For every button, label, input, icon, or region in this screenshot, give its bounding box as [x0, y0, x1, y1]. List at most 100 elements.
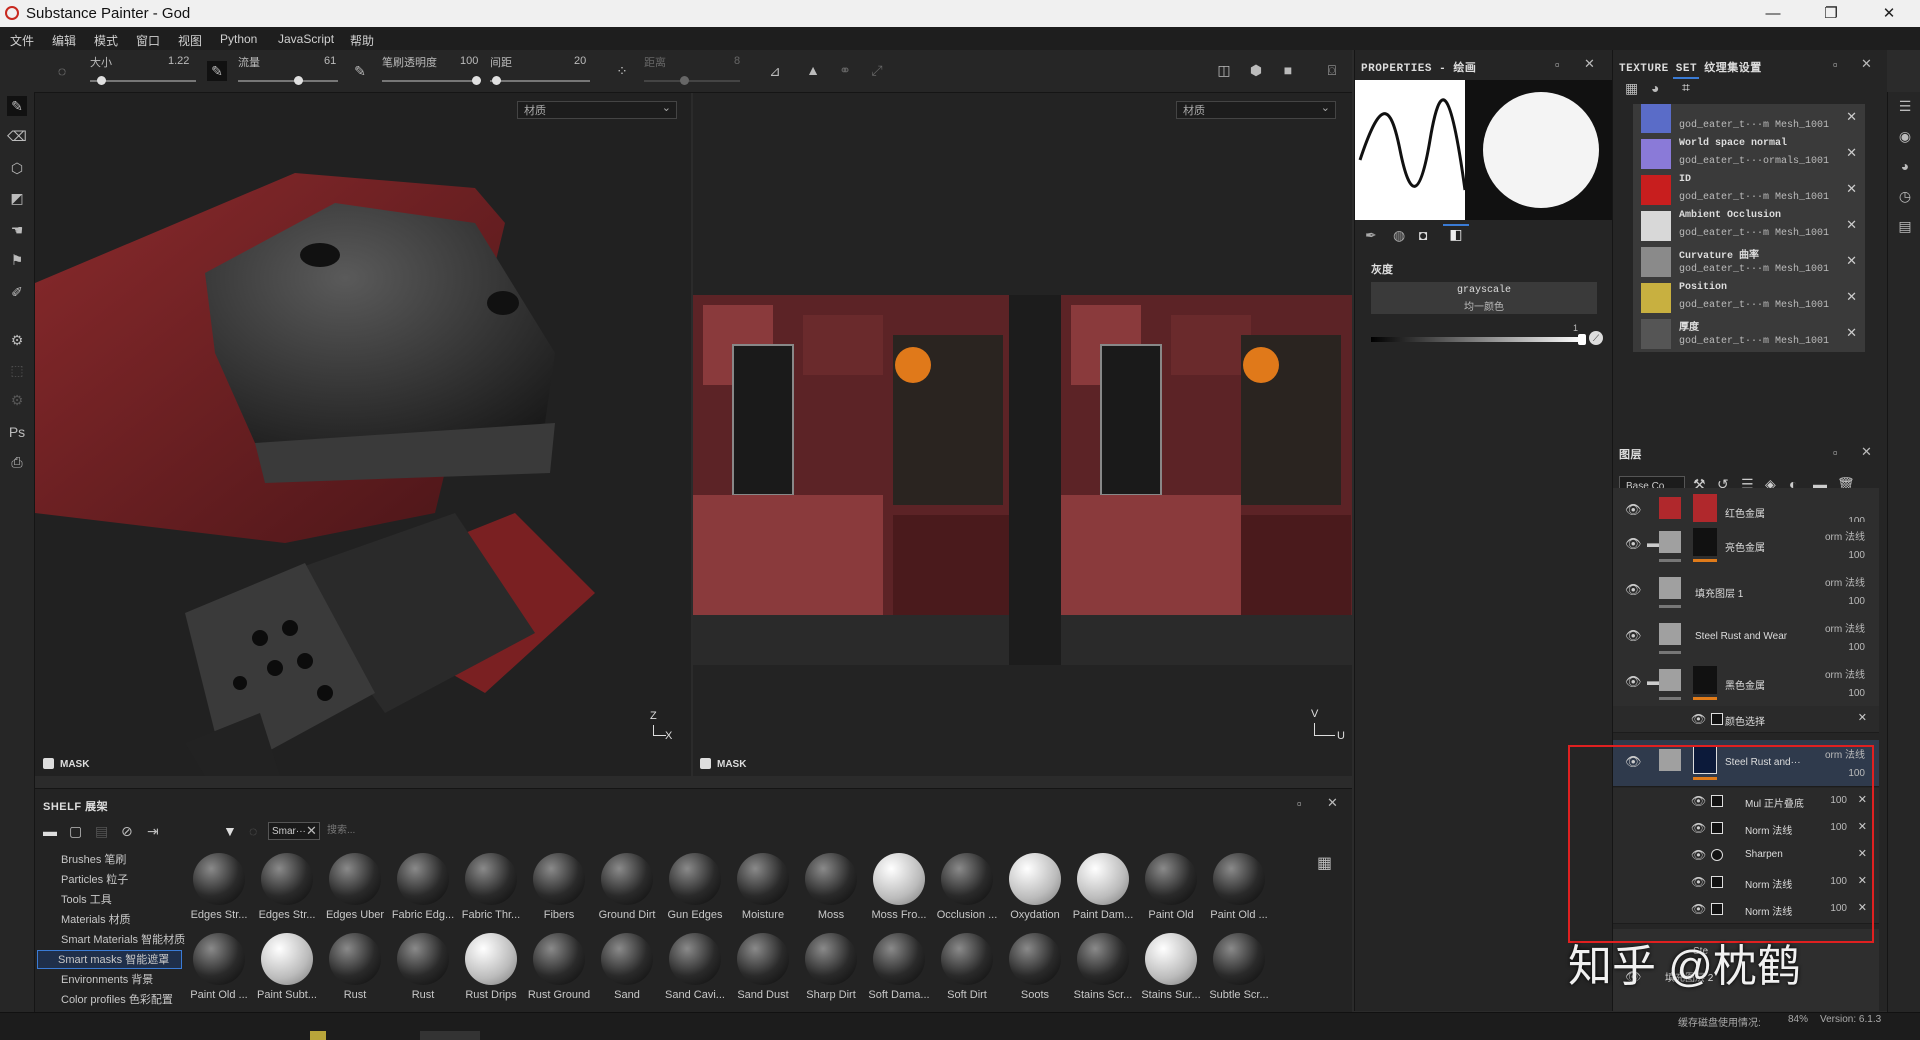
- polygon-fill-tool-icon[interactable]: ◩: [7, 188, 27, 208]
- visibility-eye-icon[interactable]: 👁: [1625, 502, 1642, 518]
- smart-mask-thumbnail[interactable]: [601, 933, 653, 985]
- smart-mask-thumbnail[interactable]: [873, 933, 925, 985]
- mask-effect-row[interactable]: 👁 Norm 法线 100 ✕: [1613, 815, 1879, 843]
- texture-set-float-icon[interactable]: ▫: [1833, 57, 1838, 72]
- size-value[interactable]: 1.22: [168, 55, 189, 67]
- viewport-3d-channel-select[interactable]: 材质: [517, 99, 677, 119]
- smart-mask-thumbnail[interactable]: [601, 853, 653, 905]
- color-picker-tool-icon[interactable]: ✐: [7, 282, 27, 302]
- shelf-cat-environments[interactable]: Environments 背景: [61, 971, 153, 987]
- layer-blend-mode[interactable]: orm 法线: [1825, 746, 1865, 761]
- new-folder-icon[interactable]: ▢: [69, 823, 82, 840]
- mesh-map-row[interactable]: Position god_eater_t···m Mesh_1001 ✕: [1633, 280, 1865, 316]
- mesh-map-row[interactable]: god_eater_t···m Mesh_1001 ✕: [1633, 104, 1865, 136]
- flow-value[interactable]: 61: [324, 55, 336, 67]
- visibility-eye-icon[interactable]: 👁: [1691, 712, 1706, 726]
- viewport-2d[interactable]: 材质 V U MASK: [693, 93, 1352, 776]
- clear-filter-icon[interactable]: ◌: [249, 823, 257, 839]
- menu-file[interactable]: 文件: [10, 32, 34, 49]
- effect-opacity[interactable]: 100: [1830, 795, 1847, 806]
- layer-opacity[interactable]: 100: [1848, 688, 1865, 699]
- distance-value[interactable]: 8: [734, 55, 740, 67]
- layer-opacity[interactable]: 100: [1848, 596, 1865, 607]
- smart-mask-thumbnail[interactable]: [737, 933, 789, 985]
- smart-mask-thumbnail[interactable]: [193, 933, 245, 985]
- grayscale-slider-knob[interactable]: [1578, 334, 1586, 345]
- flow-slider-knob[interactable]: [294, 76, 303, 85]
- smart-mask-thumbnail[interactable]: [1213, 933, 1265, 985]
- layer-opacity[interactable]: 100: [1848, 550, 1865, 561]
- effect-opacity[interactable]: 100: [1830, 876, 1847, 887]
- layer-blend-mode[interactable]: orm 法线: [1825, 574, 1865, 589]
- layer-row[interactable]: 👁 Steel Rust and Wear orm 法线 100: [1613, 614, 1879, 661]
- smart-mask-label[interactable]: Rust Ground: [525, 989, 593, 1001]
- shelf-cat-smart-masks[interactable]: Smart masks 智能遮罩: [37, 950, 183, 969]
- smart-mask-label[interactable]: Gun Edges: [661, 909, 729, 921]
- properties-close-icon[interactable]: ✕: [1584, 56, 1595, 72]
- history-icon[interactable]: ◷: [1895, 186, 1915, 206]
- export-icon[interactable]: ⎙: [7, 452, 27, 472]
- alignment-icon[interactable]: ⊿: [765, 61, 785, 81]
- stencil-tab-icon[interactable]: ◘: [1419, 227, 1427, 243]
- menu-python[interactable]: Python: [220, 32, 257, 46]
- remove-effect-icon[interactable]: ✕: [1858, 847, 1867, 860]
- smart-mask-label[interactable]: Soft Dirt: [933, 989, 1001, 1001]
- remove-map-icon[interactable]: ✕: [1846, 109, 1857, 125]
- smart-mask-label[interactable]: Occlusion ...: [933, 909, 1001, 921]
- alpha-tab-icon[interactable]: ◍: [1393, 227, 1405, 244]
- link-icon[interactable]: ⚭: [835, 60, 855, 80]
- mesh-map-row[interactable]: Ambient Occlusion god_eater_t···m Mesh_10…: [1633, 208, 1865, 244]
- visibility-eye-icon[interactable]: 👁: [1691, 902, 1706, 916]
- smart-mask-label[interactable]: Sand: [593, 989, 661, 1001]
- symmetry-icon[interactable]: ▲: [803, 60, 823, 80]
- smart-mask-thumbnail[interactable]: [533, 853, 585, 905]
- viewport-2d-mask-toggle[interactable]: MASK: [700, 758, 746, 770]
- smart-mask-label[interactable]: Paint Old ...: [185, 989, 253, 1001]
- smart-mask-thumbnail[interactable]: [805, 933, 857, 985]
- geometry-icon[interactable]: ⬚: [7, 360, 27, 380]
- smart-mask-thumbnail[interactable]: [669, 933, 721, 985]
- grayscale-slider[interactable]: [1371, 337, 1583, 342]
- layers-strip-icon[interactable]: ☰: [1895, 96, 1915, 116]
- mesh-map-row[interactable]: ID god_eater_t···m Mesh_1001 ✕: [1633, 172, 1865, 208]
- shelf-cat-particles[interactable]: Particles 粒子: [61, 871, 128, 887]
- effect-opacity[interactable]: 100: [1830, 903, 1847, 914]
- grid-view-icon[interactable]: ▦: [1317, 853, 1332, 873]
- log-icon[interactable]: ▤: [1895, 216, 1915, 236]
- viewport-2d-channel-select[interactable]: 材质: [1176, 99, 1336, 119]
- smart-mask-thumbnail[interactable]: [669, 853, 721, 905]
- properties-float-icon[interactable]: ▫: [1555, 57, 1560, 72]
- brush-preset-icon[interactable]: ◌: [52, 61, 72, 81]
- smart-mask-thumbnail[interactable]: [397, 933, 449, 985]
- texture-set-close-icon[interactable]: ✕: [1861, 56, 1872, 72]
- smart-mask-label[interactable]: Sharp Dirt: [797, 989, 865, 1001]
- grayscale-slider-value[interactable]: 1: [1573, 323, 1578, 333]
- remove-effect-icon[interactable]: ✕: [1858, 711, 1867, 724]
- smart-mask-thumbnail[interactable]: [737, 853, 789, 905]
- smart-mask-thumbnail[interactable]: [329, 933, 381, 985]
- filter-icon[interactable]: ▼: [223, 823, 237, 839]
- visibility-eye-icon[interactable]: 👁: [1625, 536, 1642, 552]
- layer-row[interactable]: 👁 ▬ 黑色金属 orm 法线 100: [1613, 660, 1879, 707]
- close-window-button[interactable]: ✕: [1866, 2, 1912, 26]
- shelf-cat-smart-materials[interactable]: Smart Materials 智能材质: [61, 931, 185, 947]
- remove-map-icon[interactable]: ✕: [1846, 181, 1857, 197]
- restore-button[interactable]: ❐: [1808, 2, 1854, 26]
- layer-blend-mode[interactable]: orm 法线: [1825, 620, 1865, 635]
- size-slider-knob[interactable]: [97, 76, 106, 85]
- viewport-3d-mask-toggle[interactable]: MASK: [43, 758, 89, 770]
- smart-mask-label[interactable]: Moss: [797, 909, 865, 921]
- clone-tool-icon[interactable]: ⚑: [7, 250, 27, 270]
- effect-opacity[interactable]: 100: [1830, 822, 1847, 833]
- smart-mask-label[interactable]: Oxydation: [1001, 909, 1069, 921]
- remove-map-icon[interactable]: ✕: [1846, 217, 1857, 233]
- viewport-3d[interactable]: 材质 Z X MASK: [35, 93, 691, 776]
- layers-close-icon[interactable]: ✕: [1861, 444, 1872, 460]
- shelf-close-icon[interactable]: ✕: [1327, 795, 1338, 811]
- layer-opacity[interactable]: 100: [1848, 642, 1865, 653]
- brush-tab-icon[interactable]: ✒: [1365, 227, 1377, 244]
- hide-icon[interactable]: ⊘: [121, 823, 133, 840]
- smart-mask-thumbnail[interactable]: [193, 853, 245, 905]
- menu-javascript[interactable]: JavaScript: [278, 32, 334, 46]
- remove-map-icon[interactable]: ✕: [1846, 325, 1857, 341]
